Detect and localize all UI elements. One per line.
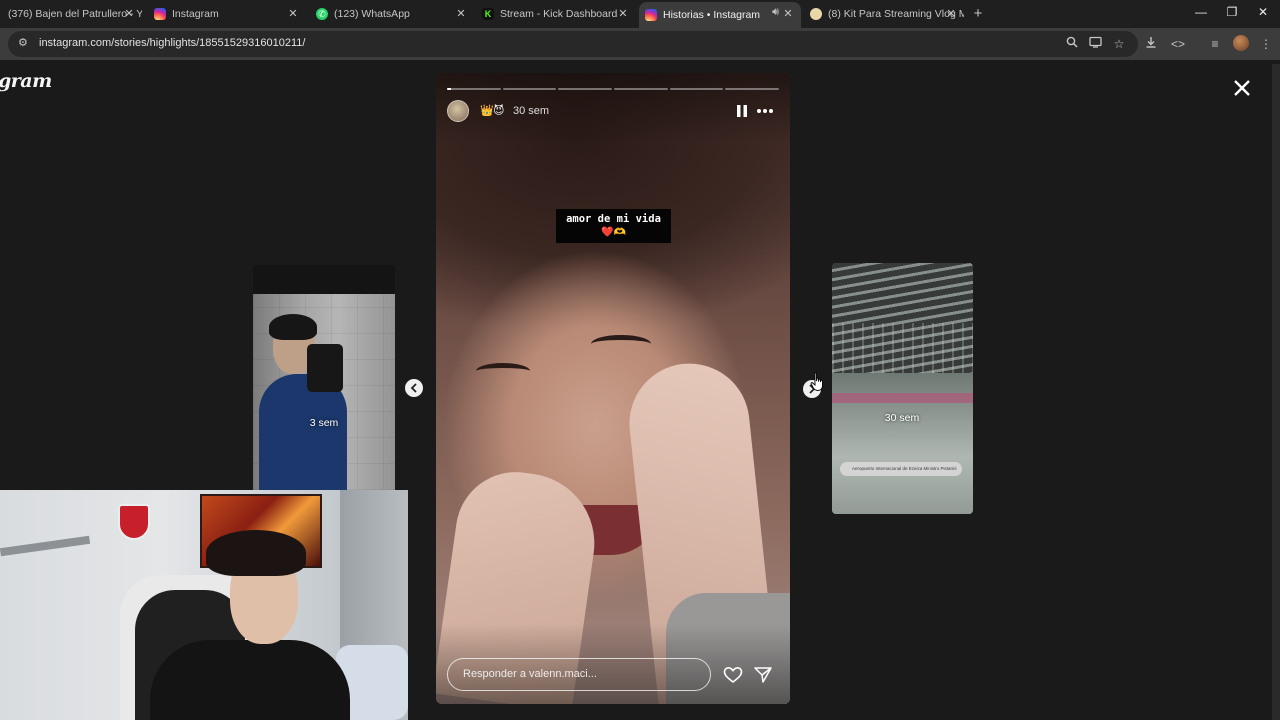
progress-segment [502, 88, 557, 90]
more-options-icon[interactable] [755, 103, 775, 119]
reply-input[interactable] [463, 668, 693, 680]
progress-segment [669, 88, 724, 90]
speaker-icon[interactable]: 🔊︎ [772, 6, 779, 19]
previous-story-button[interactable] [405, 379, 423, 397]
restore-icon[interactable]: ❐ [1222, 5, 1242, 21]
pause-icon[interactable] [734, 103, 750, 119]
browser-tab-kick[interactable]: K Stream - Kick Dashboard ✕ [476, 2, 636, 26]
crown-emoji: 👑 [480, 105, 494, 117]
browser-tab-kit[interactable]: (8) Kit Para Streaming Vlog Mini ✕ [804, 2, 964, 26]
caption-text: amor de mi vida [566, 213, 661, 225]
site-info-icon[interactable]: ⚙︎ [18, 36, 28, 49]
club-shield-icon [118, 504, 150, 540]
kick-icon: K [482, 8, 494, 20]
progress-segment [558, 88, 613, 90]
story-timestamp: 30 sem [513, 105, 550, 117]
story-progress-bar [447, 88, 780, 90]
close-icon[interactable] [1230, 76, 1254, 100]
progress-segment [725, 88, 780, 90]
instagram-icon [154, 8, 166, 20]
face-emoji: 😈 [493, 105, 505, 117]
chevron-left-icon [410, 383, 417, 393]
tab-close-icon[interactable]: ✕ [781, 7, 795, 20]
tab-title: (123) WhatsApp [334, 8, 410, 20]
tab-close-icon[interactable]: ✕ [454, 7, 468, 20]
scrollbar[interactable] [1272, 64, 1280, 720]
next-story-preview[interactable]: Aeropuerto Internacional de Ezeiza Minis… [832, 263, 973, 514]
current-story[interactable]: 👑 😈 30 sem amor de mi vida ❤️🫶 [436, 73, 790, 704]
menu-kebab-icon[interactable]: ⋮ [1258, 36, 1274, 52]
heart-icon[interactable] [723, 666, 743, 684]
caption-emoji: ❤️🫶 [601, 227, 626, 238]
tab-close-icon[interactable]: ✕ [944, 7, 958, 20]
zoom-icon[interactable] [1066, 36, 1082, 48]
preview-top-band [253, 265, 395, 294]
story-header: 👑 😈 30 sem [447, 100, 779, 122]
whatsapp-icon: ✆ [316, 8, 328, 20]
previous-story-preview[interactable]: 3 sem [253, 294, 395, 490]
devtools-code-icon[interactable]: <> [1170, 36, 1186, 52]
install-app-icon[interactable] [1089, 36, 1105, 48]
tab-close-icon[interactable]: ✕ [616, 7, 630, 20]
mercadolibre-icon [810, 8, 822, 20]
instagram-icon [645, 9, 657, 21]
send-icon[interactable] [753, 666, 773, 684]
new-tab-button[interactable]: + [970, 5, 986, 22]
url-text: instagram.com/stories/highlights/1855152… [39, 37, 306, 49]
avatar[interactable] [447, 100, 469, 122]
window-close-icon[interactable]: ✕ [1253, 5, 1273, 21]
reply-box[interactable] [447, 658, 711, 691]
tab-close-icon[interactable]: ✕ [286, 7, 300, 20]
preview-time-label: 30 sem [884, 412, 920, 424]
instagram-logo[interactable]: gram [0, 70, 52, 92]
address-bar[interactable]: ⚙︎ instagram.com/stories/highlights/1855… [8, 31, 1138, 57]
download-icon[interactable] [1145, 36, 1161, 48]
preview-time-label: 3 sem [309, 417, 339, 429]
browser-tab-historias[interactable]: Historias • Instagram 🔊︎ ✕ [639, 2, 801, 28]
tab-close-icon[interactable]: ✕ [122, 7, 136, 20]
browser-tab-strip: (376) Bajen del Patrullero - YouTube ✕ I… [0, 0, 1280, 28]
browser-tab-whatsapp[interactable]: ✆ (123) WhatsApp ✕ [310, 2, 474, 26]
profile-avatar[interactable] [1233, 35, 1249, 51]
progress-segment [614, 88, 668, 90]
reading-list-icon[interactable]: ≡ [1207, 36, 1223, 52]
hand-cursor-icon [810, 372, 823, 391]
bookmark-star-icon[interactable]: ☆ [1111, 36, 1127, 52]
browser-tab-youtube[interactable]: (376) Bajen del Patrullero - YouTube ✕ [2, 2, 142, 26]
browser-tab-instagram[interactable]: Instagram ✕ [148, 2, 306, 26]
progress-segment [447, 88, 501, 90]
story-caption: amor de mi vida ❤️🫶 [556, 209, 671, 243]
webcam-overlay [0, 490, 408, 720]
minimize-icon[interactable]: — [1191, 5, 1211, 21]
browser-toolbar: ⚙︎ instagram.com/stories/highlights/1855… [0, 28, 1280, 60]
